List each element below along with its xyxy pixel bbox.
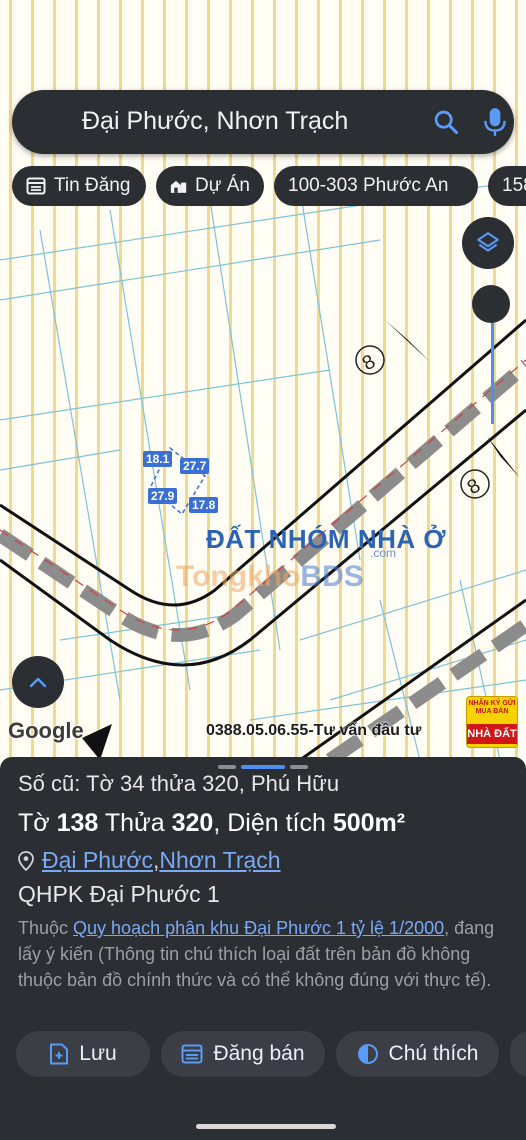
- watermark-com: .com: [370, 546, 397, 560]
- legend-label: Chú thích: [388, 1042, 479, 1065]
- legend-icon: [357, 1044, 378, 1064]
- save-label: Lưu: [79, 1042, 117, 1065]
- agency-badge-bottom: NHÀ ĐẤT: [467, 724, 517, 744]
- chip-more-label: 158: [502, 175, 526, 196]
- layers-button[interactable]: [462, 217, 514, 269]
- ward-link[interactable]: Đại Phước: [42, 847, 153, 874]
- post-sale-icon: [181, 1044, 203, 1064]
- more-actions-button[interactable]: [510, 1031, 526, 1077]
- chip-projects[interactable]: Dự Án: [156, 166, 264, 206]
- mic-icon[interactable]: [482, 106, 508, 143]
- sheet-handle-left[interactable]: [218, 765, 236, 769]
- parcel-mid: Thửa: [98, 809, 172, 837]
- parcel-prefix: Tờ: [18, 809, 57, 837]
- action-row: Lưu Đăng bán Chú thích: [0, 1031, 526, 1079]
- chip-more[interactable]: 158: [488, 166, 526, 206]
- chip-address-label: 100-303 Phước An: [288, 175, 449, 196]
- listing-icon: [26, 177, 46, 195]
- plan-description: Thuộc Quy hoạch phân khu Đại Phước 1 tỷ …: [18, 915, 510, 993]
- watermark-logo: TongkhoBDS: [176, 560, 364, 594]
- building-icon: [170, 180, 187, 193]
- district-link[interactable]: Nhơn Trạch: [159, 847, 280, 874]
- parcel-summary: Tờ 138 Thửa 320, Diện tích 500m²: [18, 809, 405, 838]
- chip-listings-label: Tin Đăng: [54, 175, 131, 196]
- expand-up-button[interactable]: [12, 656, 64, 708]
- chip-listings[interactable]: Tin Đăng: [12, 166, 146, 206]
- search-bar[interactable]: Đại Phước, Nhơn Trạch: [12, 90, 514, 154]
- watermark-brand-a: Tongkho: [176, 560, 301, 593]
- search-icon[interactable]: [432, 108, 460, 141]
- zone-label: ĐẤT NHÓM NHÀ Ở: [206, 524, 447, 554]
- area-value: 500m²: [332, 809, 406, 837]
- chip-projects-label: Dự Án: [195, 175, 250, 196]
- agency-badge-top: NHẬN KÝ GỬI MUA BÁN: [468, 700, 516, 715]
- agency-badge: NHẬN KÝ GỬI MUA BÁN NHÀ ĐẤT: [466, 696, 518, 748]
- layers-icon: [477, 232, 499, 252]
- plan-title: QHPK Đại Phước 1: [18, 881, 220, 907]
- filter-chips: Tin Đăng Dự Án 100-303 Phước An 158: [0, 166, 526, 208]
- map-view[interactable]: 8 8 18.1 27.7 27.9 17.8 ĐẤT NHÓM NHÀ Ở .…: [0, 0, 526, 760]
- chevron-up-icon: [29, 677, 47, 688]
- parcel-number: 320: [171, 809, 214, 837]
- location-row: Đại Phước, Nhơn Trạch: [18, 847, 281, 874]
- save-icon: [50, 1043, 69, 1065]
- opacity-slider-knob[interactable]: [472, 285, 510, 323]
- post-sale-button[interactable]: Đăng bán: [161, 1031, 325, 1077]
- watermark-brand-b: BDS: [300, 560, 364, 593]
- plan-link[interactable]: Quy hoạch phân khu Đại Phước 1 tỷ lệ 1/2…: [73, 918, 444, 938]
- lot-dim-1: 18.1: [143, 451, 173, 467]
- legend-button[interactable]: Chú thích: [336, 1031, 499, 1077]
- location-pin-icon: [18, 850, 34, 871]
- search-query[interactable]: Đại Phước, Nhơn Trạch: [82, 107, 348, 136]
- lot-dim-3: 27.9: [148, 488, 178, 504]
- parcel-info-sheet: Số cũ: Tờ 34 thửa 320, Phú Hữu Tờ 138 Th…: [0, 757, 526, 1140]
- lot-dim-4: 17.8: [189, 497, 219, 513]
- sheet-number: 138: [56, 809, 99, 837]
- desc-prefix: Thuộc: [18, 918, 74, 938]
- lot-dim-2: 27.7: [180, 458, 210, 474]
- chip-address[interactable]: 100-303 Phước An: [274, 166, 478, 206]
- sheet-handle-active[interactable]: [241, 765, 285, 769]
- sheet-handle-right[interactable]: [290, 765, 308, 769]
- contact-watermark: 0388.05.06.55-Tư vấn đầu tư: [206, 722, 422, 739]
- post-sale-label: Đăng bán: [213, 1042, 305, 1065]
- google-logo: Google: [8, 718, 84, 743]
- old-parcel-info: Số cũ: Tờ 34 thửa 320, Phú Hữu: [18, 771, 340, 796]
- home-indicator: [196, 1124, 336, 1129]
- area-label: , Diện tích: [213, 809, 333, 837]
- save-button[interactable]: Lưu: [16, 1031, 150, 1077]
